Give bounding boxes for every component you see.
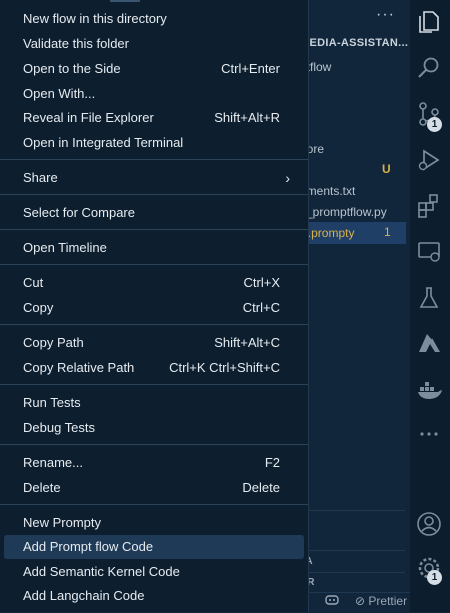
menu-item-label: Reveal in File Explorer bbox=[23, 110, 154, 125]
menu-separator bbox=[0, 384, 308, 385]
menu-item-shortcut: Ctrl+Enter bbox=[221, 61, 280, 76]
menu-item-open-in-terminal[interactable]: Open in Integrated Terminal bbox=[4, 131, 304, 155]
remote-explorer-icon[interactable] bbox=[415, 238, 443, 266]
menu-item-label: Share bbox=[23, 170, 58, 185]
menu-item-select-for-compare[interactable]: Select for Compare bbox=[4, 201, 304, 225]
prettier-label: Prettier bbox=[368, 594, 408, 608]
menu-item-label: Run Tests bbox=[23, 395, 81, 410]
more-views-icon[interactable] bbox=[415, 420, 443, 448]
menu-item-shortcut: Shift+Alt+C bbox=[214, 335, 280, 350]
menu-item-label: Open to the Side bbox=[23, 61, 121, 76]
menu-separator bbox=[0, 324, 308, 325]
source-control-badge: 1 bbox=[427, 117, 442, 132]
menu-item-label: New Prompty bbox=[23, 515, 102, 530]
menu-item-label: Rename... bbox=[23, 455, 83, 470]
prettier-icon: ⊘ bbox=[355, 594, 366, 608]
menu-separator bbox=[0, 194, 308, 195]
menu-item-add-prompt-flow-code[interactable]: Add Prompt flow Code bbox=[4, 535, 304, 559]
menu-item-shortcut: Shift+Alt+R bbox=[214, 110, 280, 125]
file-tree-item[interactable]: nore bbox=[300, 138, 406, 160]
panel-divider bbox=[300, 572, 405, 573]
docker-icon[interactable] bbox=[415, 376, 443, 404]
file-tree-item[interactable]: le bbox=[300, 96, 406, 118]
explorer-more-actions-button[interactable]: ··· bbox=[376, 6, 395, 24]
menu-separator bbox=[0, 444, 308, 445]
menu-item-copy-relative-path[interactable]: Copy Relative Path Ctrl+K Ctrl+Shift+C bbox=[4, 356, 304, 380]
menu-item-copy[interactable]: Copy Ctrl+C bbox=[4, 296, 304, 320]
menu-item-shortcut: Ctrl+C bbox=[242, 300, 280, 315]
menu-item-label: Cut bbox=[23, 275, 44, 290]
menu-item-validate-folder[interactable]: Validate this folder bbox=[4, 32, 304, 56]
accounts-icon[interactable] bbox=[415, 510, 443, 538]
menu-item-open-to-side[interactable]: Open to the Side Ctrl+Enter bbox=[4, 57, 304, 81]
menu-item-label: Copy Relative Path bbox=[23, 360, 135, 375]
menu-item-label: New flow in this directory bbox=[23, 11, 167, 26]
manage-badge: 1 bbox=[427, 570, 442, 585]
file-tree-item[interactable]: ptflow bbox=[300, 56, 406, 78]
panel-divider bbox=[300, 510, 405, 511]
run-debug-icon[interactable] bbox=[415, 146, 443, 174]
copilot-icon[interactable] bbox=[325, 594, 339, 609]
menu-item-open-with[interactable]: Open With... bbox=[4, 82, 304, 106]
menu-item-label: Copy Path bbox=[23, 335, 84, 350]
menu-item-new-prompty[interactable]: New Prompty bbox=[4, 511, 304, 535]
menu-item-delete[interactable]: Delete Delete bbox=[4, 476, 304, 500]
testing-flask-icon[interactable] bbox=[415, 284, 443, 312]
prettier-status[interactable]: ⊘ Prettier bbox=[355, 594, 407, 608]
menu-item-shortcut: Ctrl+K Ctrl+Shift+C bbox=[169, 360, 280, 375]
file-tree-item[interactable]: y_promptflow.py bbox=[300, 201, 406, 223]
menu-separator bbox=[0, 264, 308, 265]
menu-item-shortcut: Delete bbox=[242, 480, 280, 495]
menu-item-new-flow[interactable]: New flow in this directory bbox=[4, 7, 304, 31]
menu-item-debug-tests[interactable]: Debug Tests bbox=[4, 416, 304, 440]
menu-item-label: Open in Integrated Terminal bbox=[23, 135, 184, 150]
menu-item-add-langchain-code[interactable]: Add Langchain Code bbox=[4, 584, 304, 608]
menu-item-open-timeline[interactable]: Open Timeline bbox=[4, 236, 304, 260]
menu-item-label: Add Langchain Code bbox=[23, 588, 145, 603]
menu-item-cut[interactable]: Cut Ctrl+X bbox=[4, 271, 304, 295]
menu-item-label: Open With... bbox=[23, 86, 96, 101]
untracked-badge: U bbox=[382, 162, 391, 176]
panel-divider bbox=[300, 550, 405, 551]
extensions-icon[interactable] bbox=[415, 192, 443, 220]
file-tree-item[interactable]: ements.txt bbox=[300, 180, 406, 202]
menu-separator bbox=[0, 159, 308, 160]
menu-item-label: Select for Compare bbox=[23, 205, 135, 220]
azure-icon[interactable] bbox=[415, 330, 443, 358]
problem-count-badge: 1 bbox=[384, 225, 391, 239]
menu-item-shortcut: Ctrl+X bbox=[243, 275, 280, 290]
menu-separator bbox=[0, 504, 308, 505]
menu-item-run-tests[interactable]: Run Tests bbox=[4, 391, 304, 415]
search-icon[interactable] bbox=[415, 54, 443, 82]
menu-item-reveal-in-explorer[interactable]: Reveal in File Explorer Shift+Alt+R bbox=[4, 106, 304, 130]
menu-item-rename[interactable]: Rename... F2 bbox=[4, 451, 304, 475]
menu-item-label: Delete bbox=[23, 480, 61, 495]
menu-item-share[interactable]: Share › bbox=[4, 166, 304, 190]
context-menu: New flow in this directory Validate this… bbox=[0, 0, 309, 612]
menu-item-label: Open Timeline bbox=[23, 240, 107, 255]
menu-item-shortcut: F2 bbox=[264, 455, 280, 470]
menu-separator bbox=[0, 229, 308, 230]
menu-item-copy-path[interactable]: Copy Path Shift+Alt+C bbox=[4, 331, 304, 355]
menu-item-label: Debug Tests bbox=[23, 420, 96, 435]
menu-item-label: Validate this folder bbox=[23, 36, 129, 51]
menu-top-indicator bbox=[110, 0, 140, 2]
submenu-chevron-right-icon: › bbox=[285, 170, 290, 186]
menu-item-add-semantic-kernel-code[interactable]: Add Semantic Kernel Code bbox=[4, 560, 304, 584]
menu-item-label: Add Prompt flow Code bbox=[23, 539, 154, 554]
workspace-folder-header[interactable]: MEDIA-ASSISTAN... bbox=[300, 37, 408, 49]
explorer-files-icon[interactable] bbox=[415, 8, 443, 36]
menu-item-label: Add Semantic Kernel Code bbox=[23, 564, 180, 579]
menu-item-label: Copy bbox=[23, 300, 54, 315]
